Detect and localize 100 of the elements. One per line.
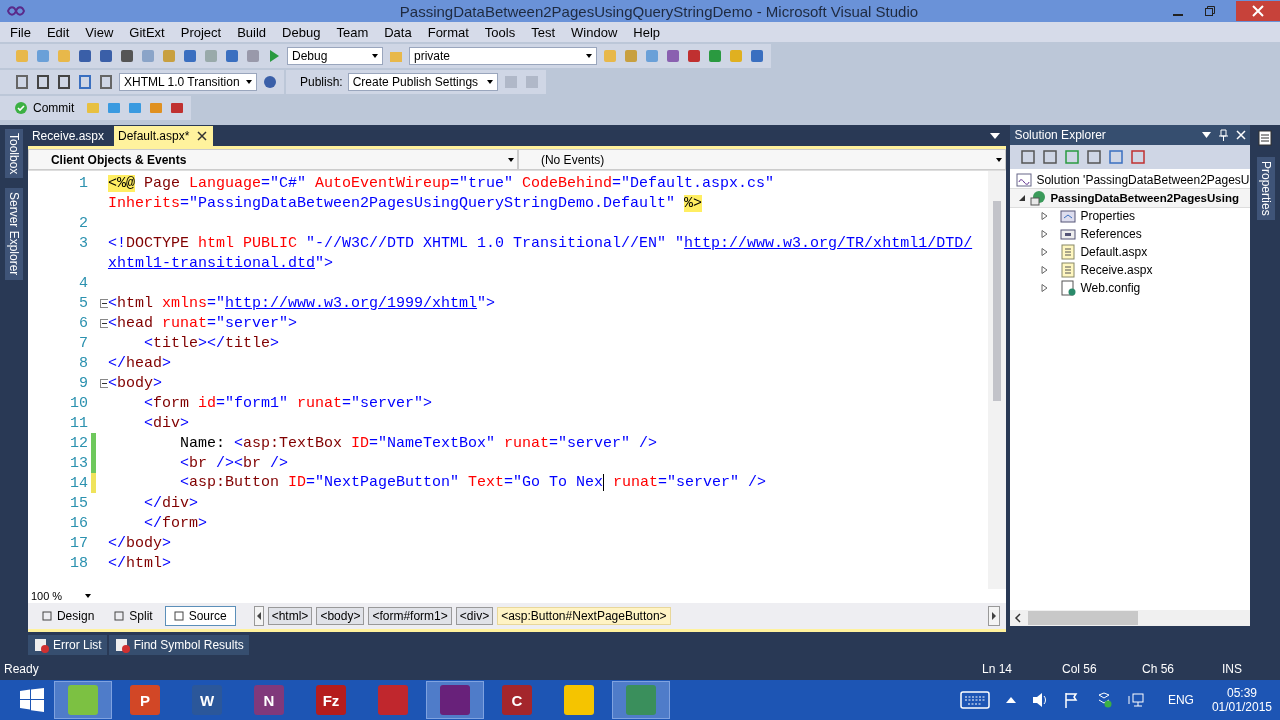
doctype-dropdown[interactable]: XHTML 1.0 Transition	[119, 73, 257, 91]
platform-dropdown[interactable]: private	[409, 47, 597, 65]
taskbar-app[interactable]: Fz	[302, 681, 360, 719]
tool-window-tab[interactable]: Error List	[28, 635, 107, 655]
pin-icon[interactable]	[1219, 129, 1229, 141]
line-number: 12	[69, 434, 88, 452]
menu-item[interactable]: Team	[328, 24, 377, 40]
configuration-dropdown[interactable]: Debug	[287, 47, 383, 65]
code-line: <form id="form1" runat="server">	[142, 394, 433, 412]
status-message: Ready	[4, 662, 39, 676]
breadcrumb-item[interactable]: <html>	[267, 607, 313, 625]
clock-date[interactable]: 01/01/2015	[1211, 700, 1272, 714]
side-tab[interactable]: Toolbox	[4, 129, 23, 179]
tree-item[interactable]: Solution 'PassingDataBetween2PagesU	[1036, 173, 1250, 187]
dropdown-icon[interactable]	[1202, 132, 1212, 138]
publish-dropdown[interactable]: Create Publish Settings	[347, 73, 498, 91]
line-number: 11	[69, 414, 88, 432]
page-icon	[1060, 244, 1077, 260]
tree-item[interactable]: References	[1080, 227, 1142, 241]
code-line: <div>	[142, 414, 189, 432]
menu-item[interactable]: Tools	[476, 24, 524, 40]
language-indicator[interactable]: ENG	[1167, 693, 1194, 707]
menu-item[interactable]: GitExt	[121, 24, 173, 40]
menu-item[interactable]: Test	[523, 24, 564, 40]
menu-item[interactable]: View	[77, 24, 122, 40]
code-line: <html xmlns="http://www.w3.org/1999/xhtml">	[107, 294, 496, 312]
view-tab[interactable]: Source	[164, 606, 236, 626]
menu-item[interactable]: Data	[376, 24, 420, 40]
code-line: </head>	[107, 354, 171, 372]
object-dropdown[interactable]: Client Objects & Events	[27, 149, 518, 170]
code-line: xhtml1-transitional.dtd">	[107, 254, 333, 272]
publish-label: Publish:	[300, 75, 343, 89]
dropdown-icon[interactable]	[990, 132, 1001, 139]
code-line: <body>	[107, 374, 162, 392]
view-icon	[41, 611, 52, 621]
tool-window-tab[interactable]: Find Symbol Results	[108, 635, 249, 655]
config-file-icon	[1060, 280, 1077, 296]
code-line: <%@ Page Language="C#" AutoEventWireup="true" CodeBehind="Default.aspx.cs"	[107, 174, 775, 192]
side-tab[interactable]: Server Explorer	[4, 188, 23, 280]
web-project-icon	[1030, 190, 1047, 206]
document-tab[interactable]: Default.aspx*	[114, 126, 214, 146]
tree-item[interactable]: PassingDataBetween2PagesUsing	[1050, 192, 1239, 204]
window-title: PassingDataBetween2PagesUsingQueryStringDemo - Microsoft Visual Studio	[398, 2, 920, 20]
error-list-icon	[33, 637, 49, 653]
zoom-dropdown[interactable]: 100 %	[27, 590, 94, 602]
breadcrumb-item[interactable]: <asp:Button#NextPageButton>	[497, 607, 671, 625]
view-tab[interactable]: Split	[106, 607, 161, 625]
taskbar-app[interactable]: N	[240, 681, 298, 719]
line-number: 15	[69, 494, 88, 512]
code-line: <asp:Button ID="NextPageButton" Text="Go To Nex runat="server" />	[178, 474, 767, 492]
references-icon	[1060, 227, 1077, 241]
view-tab[interactable]: Design	[33, 607, 103, 625]
menu-item[interactable]: Help	[625, 24, 669, 40]
breadcrumb-item[interactable]: <body>	[316, 607, 365, 625]
code-line: <br /><br />	[178, 454, 289, 472]
line-number: 14	[69, 474, 88, 492]
code-line: </body>	[107, 534, 171, 552]
menu-item[interactable]: Project	[172, 24, 230, 40]
vertical-scrollbar[interactable]	[988, 171, 1007, 589]
view-icon	[114, 611, 125, 621]
breadcrumb-item[interactable]: <form#form1>	[368, 607, 452, 625]
taskbar-app[interactable]	[426, 681, 484, 719]
side-tab[interactable]: Properties	[1257, 157, 1275, 220]
line-number: 17	[69, 534, 88, 552]
menu-item[interactable]: Debug	[274, 24, 329, 40]
line-number: 5	[78, 294, 88, 312]
line-number: 16	[69, 514, 88, 532]
flag-icon[interactable]	[1063, 692, 1080, 708]
document-tab[interactable]: Receive.aspx	[27, 126, 110, 146]
start-button[interactable]	[20, 688, 44, 712]
tree-item[interactable]: Web.config	[1080, 281, 1141, 295]
clock-time[interactable]: 05:39	[1226, 686, 1257, 700]
network-icon[interactable]	[1127, 692, 1144, 708]
keyboard-icon[interactable]	[959, 691, 990, 709]
line-number: 2	[78, 214, 88, 232]
menu-item[interactable]: Edit	[38, 24, 78, 40]
horizontal-scrollbar[interactable]	[1010, 610, 1251, 626]
up-caret-icon[interactable]	[1005, 697, 1016, 703]
menu-item[interactable]: Format	[419, 24, 477, 40]
menu-item[interactable]: Build	[229, 24, 275, 40]
close-button[interactable]	[1236, 1, 1280, 21]
expander-icon[interactable]	[1018, 194, 1027, 202]
tree-item[interactable]: Receive.aspx	[1080, 263, 1153, 277]
volume-icon[interactable]	[1031, 692, 1048, 708]
tree-row[interactable]: PassingDataBetween2PagesUsing	[1010, 189, 1251, 207]
code-line: Name: <asp:TextBox ID="NameTextBox" runat="server" />	[178, 434, 658, 452]
tree-item[interactable]: Default.aspx	[1080, 245, 1148, 259]
taskbar-app[interactable]: P	[116, 681, 174, 719]
taskbar-app[interactable]: W	[178, 681, 236, 719]
menu-item[interactable]: File	[2, 24, 39, 40]
close-icon	[1252, 5, 1264, 17]
close-icon[interactable]	[197, 131, 208, 141]
tree-item[interactable]: Properties	[1080, 209, 1136, 223]
breadcrumb-item[interactable]: <div>	[455, 607, 494, 625]
panel-title: Solution Explorer	[1014, 128, 1106, 142]
code-line: <title></title>	[142, 334, 280, 352]
restore-icon[interactable]	[1204, 5, 1216, 17]
taskbar-app[interactable]: C	[488, 681, 546, 719]
menu-item[interactable]: Window	[563, 24, 626, 40]
event-dropdown[interactable]: (No Events)	[517, 149, 1007, 170]
